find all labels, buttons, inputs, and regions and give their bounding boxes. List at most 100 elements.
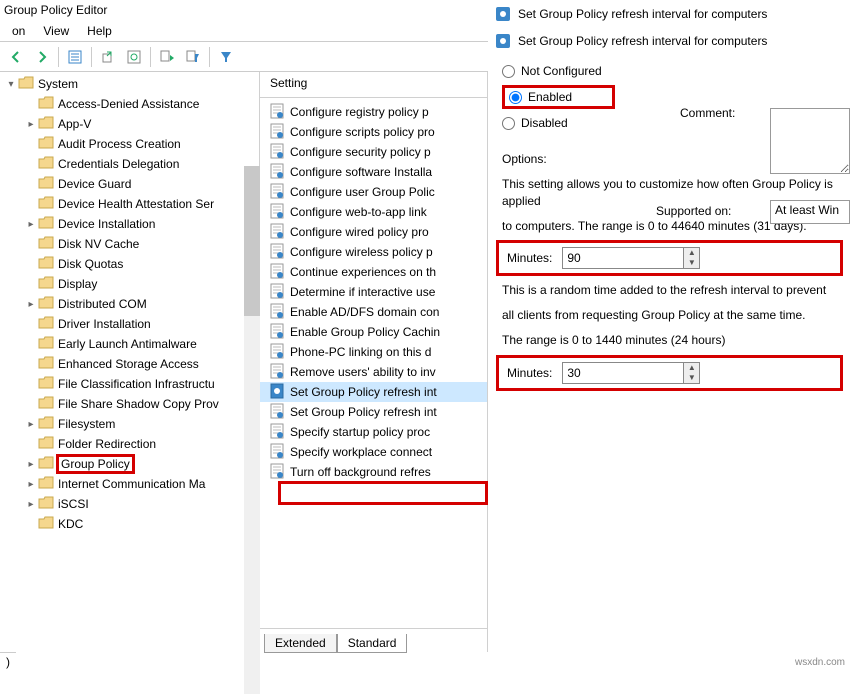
setting-item[interactable]: Configure security policy p xyxy=(260,142,487,162)
tree-item[interactable]: Access-Denied Assistance xyxy=(4,94,259,114)
expand-icon[interactable]: ▸ xyxy=(24,419,38,430)
expand-icon[interactable]: ▸ xyxy=(24,299,38,310)
tree-item[interactable]: Device Health Attestation Ser xyxy=(4,194,259,214)
tree-item[interactable]: ▸ App-V xyxy=(4,114,259,134)
folder-icon xyxy=(38,276,54,293)
list-view-icon[interactable] xyxy=(63,45,87,69)
tree-item[interactable]: ▾System xyxy=(4,74,259,94)
chevron-down-icon[interactable]: ▼ xyxy=(684,258,699,268)
tree-item-label: Credentials Delegation xyxy=(58,157,179,171)
tree-item[interactable]: Audit Process Creation xyxy=(4,134,259,154)
funnel-icon[interactable] xyxy=(214,45,238,69)
chevron-down-icon[interactable]: ▼ xyxy=(684,373,699,383)
tree-item[interactable]: Disk Quotas xyxy=(4,254,259,274)
setting-item[interactable]: Phone-PC linking on this d xyxy=(260,342,487,362)
chevron-up-icon[interactable]: ▲ xyxy=(684,363,699,373)
tree-item[interactable]: Enhanced Storage Access xyxy=(4,354,259,374)
arrow-right-icon[interactable] xyxy=(30,45,54,69)
setting-item[interactable]: Continue experiences on th xyxy=(260,262,487,282)
export-icon[interactable] xyxy=(96,45,120,69)
tree-item[interactable]: KDC xyxy=(4,514,259,534)
filter-options-icon[interactable] xyxy=(181,45,205,69)
minutes-1-spinbox[interactable]: ▲▼ xyxy=(562,247,700,269)
setting-label: Configure wired policy pro xyxy=(290,225,429,239)
setting-item[interactable]: Turn off background refres xyxy=(260,462,487,482)
setting-item[interactable]: Configure wireless policy p xyxy=(260,242,487,262)
settings-header[interactable]: Setting xyxy=(260,72,487,98)
setting-item[interactable]: Configure user Group Polic xyxy=(260,182,487,202)
tree-item[interactable]: ▸Device Installation xyxy=(4,214,259,234)
tree-item[interactable]: Driver Installation xyxy=(4,314,259,334)
chevron-up-icon[interactable]: ▲ xyxy=(684,248,699,258)
spin-buttons[interactable]: ▲▼ xyxy=(683,248,699,268)
radio-not-configured[interactable] xyxy=(502,65,515,78)
menu-view[interactable]: View xyxy=(35,22,77,40)
expand-icon[interactable]: ▾ xyxy=(4,79,18,90)
radio-not-configured-row[interactable]: Not Configured xyxy=(502,58,837,84)
minutes-2-input[interactable] xyxy=(563,363,683,383)
refresh-icon[interactable] xyxy=(122,45,146,69)
setting-label: Configure scripts policy pro xyxy=(290,125,435,139)
tree-item-label: Disk Quotas xyxy=(58,257,123,271)
dialog-title-bar[interactable]: Set Group Policy refresh interval for co… xyxy=(488,0,851,28)
menu-on[interactable]: on xyxy=(4,22,33,40)
tree-item[interactable]: Disk NV Cache xyxy=(4,234,259,254)
minutes-2-spinbox[interactable]: ▲▼ xyxy=(562,362,700,384)
setting-item[interactable]: Remove users' ability to inv xyxy=(260,362,487,382)
policy-icon xyxy=(270,103,284,122)
tree-item[interactable]: ▸iSCSI xyxy=(4,494,259,514)
menu-help[interactable]: Help xyxy=(79,22,120,40)
setting-item[interactable]: Set Group Policy refresh int xyxy=(260,382,487,402)
tree-item-label: Distributed COM xyxy=(58,297,147,311)
setting-item[interactable]: Specify workplace connect xyxy=(260,442,487,462)
setting-label: Phone-PC linking on this d xyxy=(290,345,431,359)
policy-icon xyxy=(270,403,284,422)
tree-item[interactable]: Folder Redirection xyxy=(4,434,259,454)
tree-item[interactable]: ▸Group Policy xyxy=(4,454,259,474)
setting-item[interactable]: Configure scripts policy pro xyxy=(260,122,487,142)
expand-icon[interactable]: ▸ xyxy=(24,499,38,510)
radio-disabled[interactable] xyxy=(502,117,515,130)
setting-item[interactable]: Set Group Policy refresh int xyxy=(260,402,487,422)
setting-item[interactable]: Specify startup policy proc xyxy=(260,422,487,442)
radio-enabled-row[interactable]: Enabled xyxy=(502,85,615,109)
arrow-left-icon[interactable] xyxy=(4,45,28,69)
tree-item[interactable]: ▸ Distributed COM xyxy=(4,294,259,314)
policy-icon xyxy=(270,143,284,162)
expand-icon[interactable]: ▸ xyxy=(24,119,38,130)
setting-item[interactable]: Configure wired policy pro xyxy=(260,222,487,242)
tree-pane[interactable]: ▾SystemAccess-Denied Assistance ▸ App-V Aud… xyxy=(0,72,260,652)
expand-icon[interactable]: ▸ xyxy=(24,219,38,230)
policy-title-icon xyxy=(494,5,512,23)
setting-item[interactable]: Configure web-to-app link xyxy=(260,202,487,222)
setting-item[interactable]: Configure software Installa xyxy=(260,162,487,182)
filter-run-icon[interactable] xyxy=(155,45,179,69)
radio-enabled[interactable] xyxy=(509,91,522,104)
tree-item[interactable]: Early Launch Antimalware xyxy=(4,334,259,354)
tree-item[interactable]: File Share Shadow Copy Prov xyxy=(4,394,259,414)
spin-buttons[interactable]: ▲▼ xyxy=(683,363,699,383)
tree-item[interactable]: ▸Internet Communication Ma xyxy=(4,474,259,494)
tree-item-label: App-V xyxy=(58,117,91,131)
setting-item[interactable]: Configure registry policy p xyxy=(260,102,487,122)
tree-item[interactable]: Credentials Delegation xyxy=(4,154,259,174)
scrollbar-thumb[interactable] xyxy=(244,166,260,316)
tree-item[interactable]: File Classification Infrastructu xyxy=(4,374,259,394)
minutes-1-input[interactable] xyxy=(563,248,683,268)
tree-item[interactable]: Device Guard xyxy=(4,174,259,194)
tree-item[interactable]: ▸Filesystem xyxy=(4,414,259,434)
setting-item[interactable]: Enable Group Policy Cachin xyxy=(260,322,487,342)
expand-icon[interactable]: ▸ xyxy=(24,479,38,490)
scrollbar[interactable] xyxy=(244,166,260,694)
setting-item[interactable]: Determine if interactive use xyxy=(260,282,487,302)
comment-textarea[interactable] xyxy=(770,108,850,174)
policy-name: Set Group Policy refresh interval for co… xyxy=(518,34,767,48)
setting-item[interactable]: Enable AD/DFS domain con xyxy=(260,302,487,322)
supported-on-label: Supported on: xyxy=(656,204,731,218)
tree-item[interactable]: Display xyxy=(4,274,259,294)
tab-extended[interactable]: Extended xyxy=(264,634,337,653)
tab-standard[interactable]: Standard xyxy=(337,634,408,653)
folder-icon xyxy=(38,336,54,353)
settings-list[interactable]: Configure registry policy p Configure scr… xyxy=(260,98,487,628)
expand-icon[interactable]: ▸ xyxy=(24,459,38,470)
